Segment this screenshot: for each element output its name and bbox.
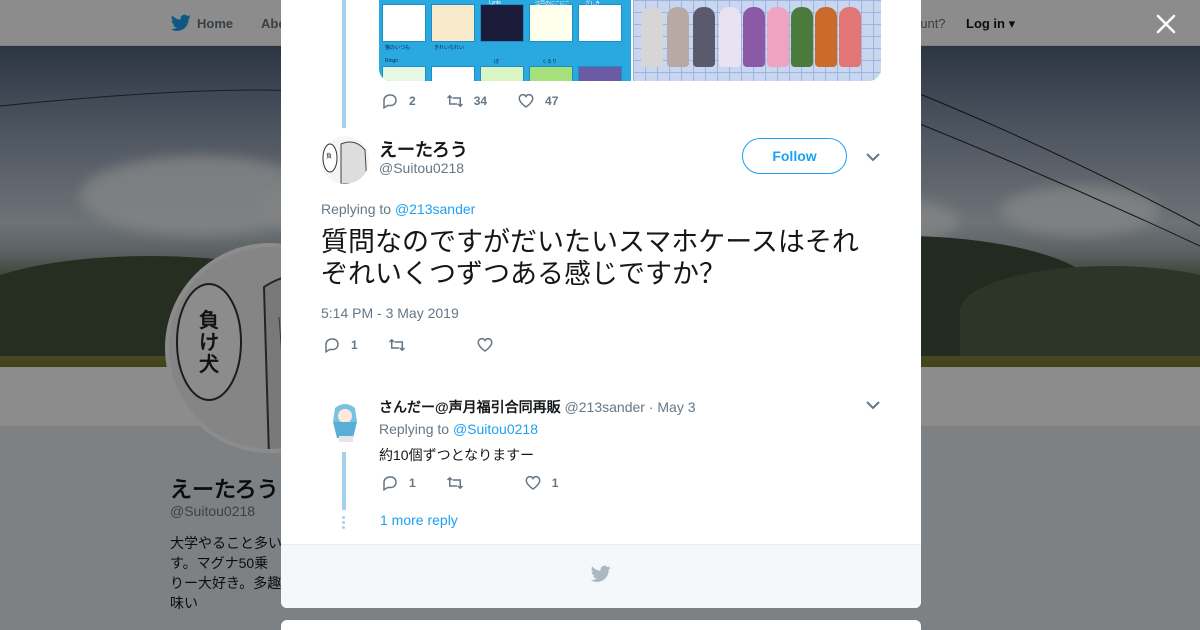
retweet-action[interactable] (388, 336, 416, 354)
main-tweet-timestamp[interactable]: 5:14 PM - 3 May 2019 (321, 305, 459, 321)
like-icon (518, 93, 534, 108)
reply-tweet-actions: 1 1 (381, 474, 588, 492)
media-label: くるり (542, 59, 557, 65)
like-count: 1 (551, 476, 559, 490)
retweet-icon (446, 94, 463, 108)
media-label: 猫のいつも (385, 45, 411, 51)
media-label: ざしき (585, 1, 601, 7)
close-icon[interactable] (1154, 12, 1178, 36)
like-action[interactable] (476, 336, 504, 354)
chevron-down-icon[interactable] (866, 152, 880, 162)
main-tweet-replying-to: Replying to @213sander (321, 201, 475, 217)
media-label: Lynte (489, 0, 502, 6)
thread-line (342, 452, 346, 510)
main-tweet-actions: 1 (323, 336, 534, 354)
retweet-action[interactable] (446, 474, 474, 492)
media-image-left[interactable]: 猫のいつも きれいなれい Lynte 江戸のにこにこ ざしき Ringo ぼ く… (379, 0, 631, 81)
retweet-action[interactable]: 34 (446, 92, 487, 110)
reply-tweet-text: 約10個ずつとなりますー (379, 447, 535, 463)
like-icon (525, 475, 541, 490)
like-action[interactable]: 1 (524, 474, 559, 492)
main-tweet-author-handle[interactable]: @Suitou0218 (379, 160, 464, 176)
retweet-icon (388, 338, 405, 352)
replying-to-link[interactable]: @Suitou0218 (453, 421, 538, 437)
reply-action[interactable]: 2 (381, 92, 416, 110)
main-tweet-avatar[interactable]: 負 (321, 136, 369, 184)
tweet-media[interactable]: 猫のいつも きれいなれい Lynte 江戸のにこにこ ざしき Ringo ぼ く… (379, 0, 881, 81)
like-count: 47 (545, 94, 559, 108)
reply-author-handle[interactable]: @213sander (565, 399, 645, 415)
replying-prefix: Replying to (321, 201, 392, 217)
svg-text:負: 負 (326, 152, 332, 160)
reply-tweet-replying-to: Replying to @Suitou0218 (379, 421, 538, 437)
avatar-illustration (321, 398, 369, 446)
media-image-right[interactable] (631, 0, 881, 81)
media-label: Ringo (385, 58, 399, 64)
like-action[interactable]: 47 (517, 92, 558, 110)
reply-icon (383, 476, 397, 492)
avatar-illustration: 負 (321, 136, 369, 184)
previous-tweet-actions: 2 34 47 (381, 92, 588, 110)
retweet-icon (446, 476, 463, 490)
chevron-down-icon[interactable] (866, 400, 880, 410)
modal-footer (281, 544, 921, 608)
retweet-count: 34 (473, 94, 488, 108)
main-tweet-text: 質問なのですがだいたいスマホケースはそれぞれいくつずつある感じですか？ (321, 227, 859, 289)
reply-action[interactable]: 1 (381, 474, 416, 492)
twitter-bird-icon (591, 565, 611, 582)
reply-tweet-header: さんだー@声月福引合同再販 @213sander · May 3 (379, 397, 696, 417)
replying-to-link[interactable]: @213sander (395, 201, 475, 217)
like-icon (477, 337, 493, 352)
media-label: きれいなれい (434, 45, 465, 51)
media-label: ぼ (494, 59, 500, 65)
thread-line (342, 0, 346, 128)
reply-icon (325, 338, 339, 354)
follow-button[interactable]: Follow (742, 138, 847, 174)
reply-action[interactable]: 1 (323, 336, 358, 354)
reply-count: 1 (351, 338, 358, 352)
reply-author-name[interactable]: さんだー@声月福引合同再販 (379, 399, 561, 415)
main-tweet-author-name[interactable]: えーたろう (379, 136, 468, 162)
media-label: 江戸のにこにこ (535, 1, 570, 7)
reply-date[interactable]: · May 3 (649, 399, 696, 415)
reply-tweet-avatar[interactable] (321, 398, 369, 446)
more-replies-dots (342, 516, 346, 531)
replying-prefix: Replying to (379, 421, 450, 437)
reply-count: 1 (409, 476, 416, 490)
tweet-permalink-modal: 猫のいつも きれいなれい Lynte 江戸のにこにこ ざしき Ringo ぼ く… (281, 0, 921, 608)
next-modal-edge (281, 620, 921, 630)
reply-icon (383, 94, 397, 110)
reply-count: 2 (409, 94, 416, 108)
more-replies-link[interactable]: 1 more reply (380, 512, 458, 528)
